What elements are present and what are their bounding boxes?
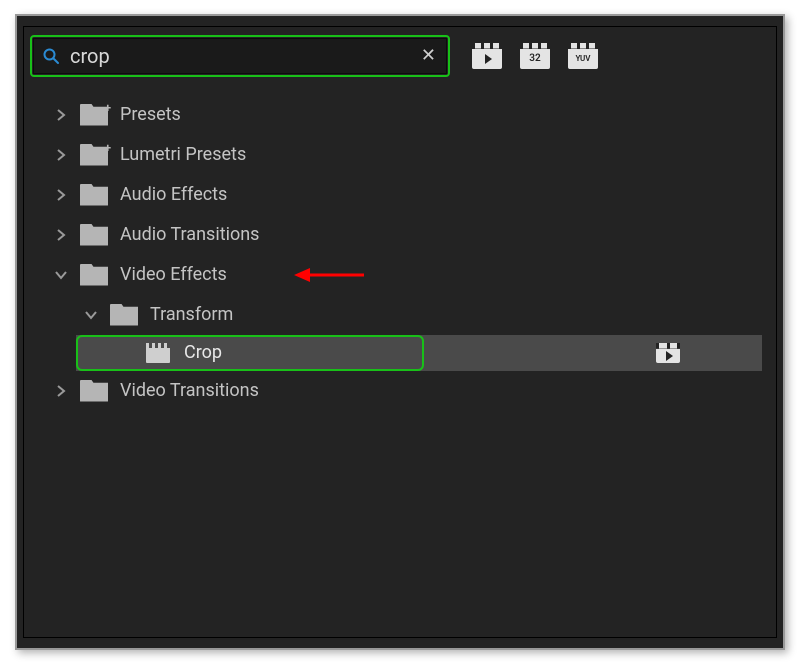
toolbar-icons: 32 YUV [472,43,598,69]
tree-item-video-transitions[interactable]: Video Transitions [54,371,770,411]
effects-tree: Presets Lumetri Presets Audio Effects Au… [30,95,770,411]
crop-row-container: Crop [30,335,770,371]
yuv-effects-icon[interactable]: YUV [568,43,598,69]
crop-badge-icon [656,343,680,363]
tree-item-video-effects[interactable]: Video Effects [54,255,770,295]
32bit-effects-icon[interactable]: 32 [520,43,550,69]
tree-item-presets[interactable]: Presets [54,95,770,135]
chevron-down-icon [54,268,68,282]
chevron-right-icon [54,384,68,398]
chevron-down-icon [84,308,98,322]
tree-item-transform[interactable]: Transform [54,295,770,335]
tree-item-audio-effects[interactable]: Audio Effects [54,175,770,215]
tree-label: Video Transitions [120,380,259,401]
tree-label: Presets [120,104,181,125]
tree-label: Audio Effects [120,184,227,205]
preset-folder-icon [80,104,108,126]
preset-folder-icon [80,144,108,166]
folder-icon [80,184,108,206]
tree-item-audio-transitions[interactable]: Audio Transitions [54,215,770,255]
search-icon [42,47,60,65]
panel-outer-frame: ✕ 32 YUV [15,14,785,650]
folder-icon [80,380,108,402]
tree-label: Audio Transitions [120,224,259,245]
folder-icon [110,304,138,326]
search-highlight: ✕ [30,35,450,77]
tree-label: Transform [150,304,233,325]
tree-label: Video Effects [120,264,227,285]
chevron-right-icon [54,188,68,202]
folder-icon [80,264,108,286]
arrow-annotation [294,263,366,287]
tree-item-crop[interactable]: Crop [76,335,762,371]
tree-label: Lumetri Presets [120,144,246,165]
chevron-right-icon [54,148,68,162]
effects-panel: ✕ 32 YUV [23,26,777,638]
clear-search-icon[interactable]: ✕ [419,45,438,66]
chevron-right-icon [54,108,68,122]
folder-icon [80,224,108,246]
tree-item-lumetri-presets[interactable]: Lumetri Presets [54,135,770,175]
accelerated-effects-icon[interactable] [472,43,502,69]
search-input[interactable] [70,44,409,68]
top-row: ✕ 32 YUV [30,35,770,77]
tree-label: Crop [184,342,222,363]
chevron-right-icon [54,228,68,242]
search-box[interactable]: ✕ [33,38,447,74]
effect-icon [146,343,170,363]
